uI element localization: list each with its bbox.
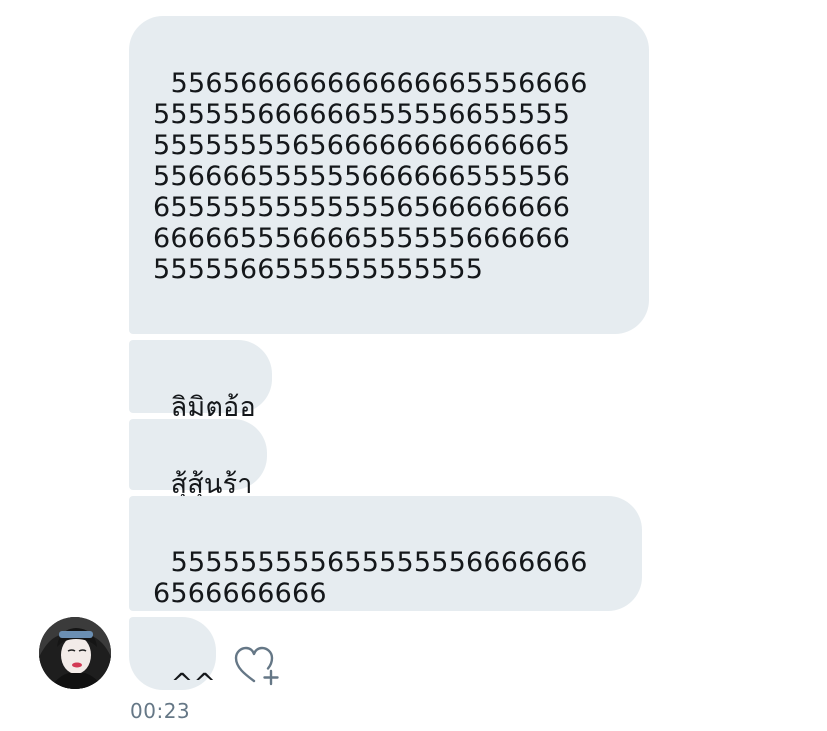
message-bubble[interactable]: ^^ bbox=[129, 617, 216, 699]
message-timestamp: 00:23 bbox=[130, 699, 191, 723]
sender-avatar[interactable] bbox=[39, 617, 111, 689]
avatar-image bbox=[39, 617, 111, 689]
message-bubble[interactable]: ลิมิตอ้อ bbox=[129, 340, 272, 423]
message-bubble[interactable]: 556566666666666665556666 555555666666555… bbox=[129, 16, 649, 334]
message-text: ^^ bbox=[170, 668, 217, 699]
like-button[interactable] bbox=[233, 644, 283, 688]
message-bubble[interactable]: สุ้สุ้นร้า bbox=[129, 419, 267, 500]
message-bubble[interactable]: 555555555655555556666666 6566666666 bbox=[129, 496, 642, 611]
heart-plus-icon bbox=[234, 646, 279, 686]
message-text: 556566666666666665556666 555555666666555… bbox=[153, 68, 588, 285]
message-text: 555555555655555556666666 6566666666 bbox=[153, 547, 588, 609]
